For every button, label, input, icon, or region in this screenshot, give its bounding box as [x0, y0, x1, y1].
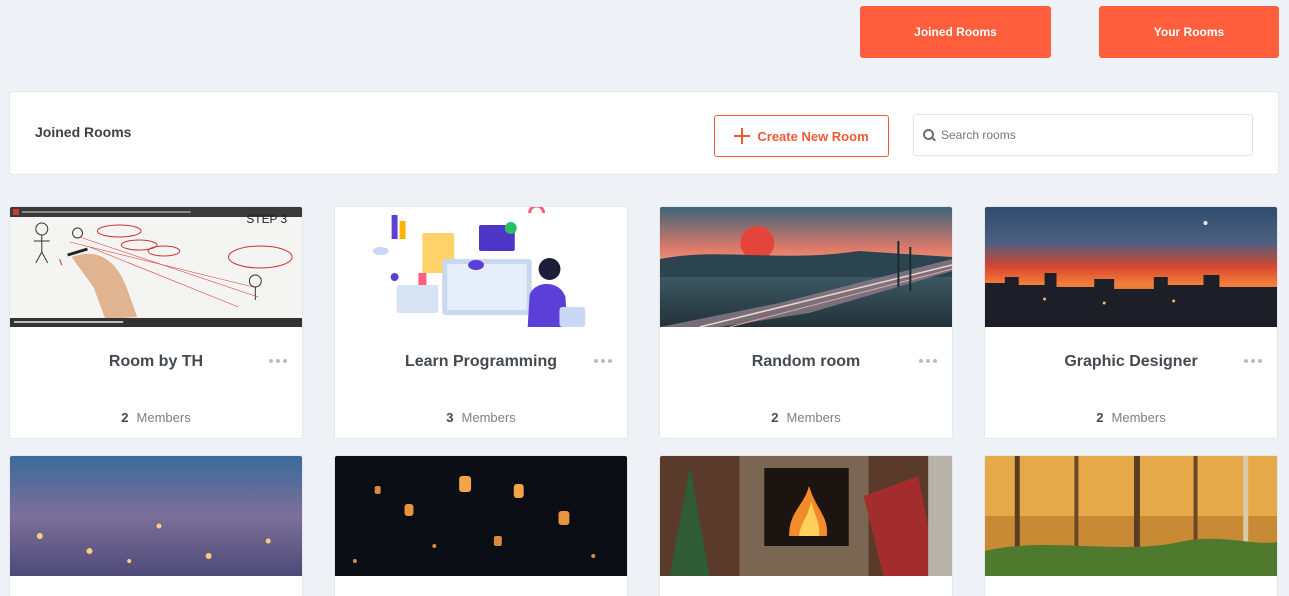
room-thumbnail-programming — [335, 207, 627, 327]
your-rooms-button[interactable]: Your Rooms — [1099, 6, 1279, 58]
search-input[interactable] — [941, 128, 1252, 142]
search-icon — [923, 128, 936, 142]
room-thumbnail-sunset-highway — [660, 207, 952, 327]
room-thumbnail-red-sky-city — [985, 207, 1277, 327]
page-title: Joined Rooms — [35, 124, 132, 140]
member-count: 2 Members — [771, 410, 841, 425]
room-card[interactable] — [334, 455, 628, 596]
plus-icon — [734, 128, 751, 144]
member-count: 2 Members — [121, 410, 191, 425]
room-thumbnail-floating-lanterns — [10, 456, 302, 576]
more-options-icon[interactable] — [594, 359, 612, 365]
room-card[interactable]: Random room 2 Members — [659, 206, 953, 439]
room-thumbnail-sky-lanterns — [335, 456, 627, 576]
member-count: 2 Members — [1096, 410, 1166, 425]
room-name: Graphic Designer — [1064, 353, 1198, 370]
room-name: Room by TH — [108, 353, 204, 370]
room-thumbnail-autumn-forest — [985, 456, 1277, 576]
room-card[interactable] — [984, 455, 1278, 596]
more-options-icon[interactable] — [1244, 359, 1262, 365]
rooms-header: Joined Rooms Create New Room — [9, 91, 1279, 175]
create-new-room-label: Create New Room — [757, 128, 869, 144]
create-new-room-button[interactable]: Create New Room — [714, 115, 889, 157]
room-card[interactable]: Learn Programming 3 Members — [334, 206, 628, 439]
search-box[interactable] — [913, 114, 1253, 156]
room-thumbnail-whiteboard: STEP 3 — [10, 207, 302, 327]
room-card[interactable]: STEP 3 Room by TH 2 Members — [9, 206, 303, 439]
joined-rooms-button[interactable]: Joined Rooms — [860, 6, 1051, 58]
room-card[interactable] — [9, 455, 303, 596]
room-thumbnail-fireplace — [660, 456, 952, 576]
more-options-icon[interactable] — [269, 359, 287, 365]
room-card[interactable]: Graphic Designer 2 Members — [984, 206, 1278, 439]
room-name: Learn Programming — [404, 353, 558, 370]
member-count: 3 Members — [446, 410, 516, 425]
room-card[interactable] — [659, 455, 953, 596]
thumb-step-text: STEP 3 — [246, 212, 287, 226]
more-options-icon[interactable] — [919, 359, 937, 365]
room-name: Random room — [751, 353, 861, 370]
